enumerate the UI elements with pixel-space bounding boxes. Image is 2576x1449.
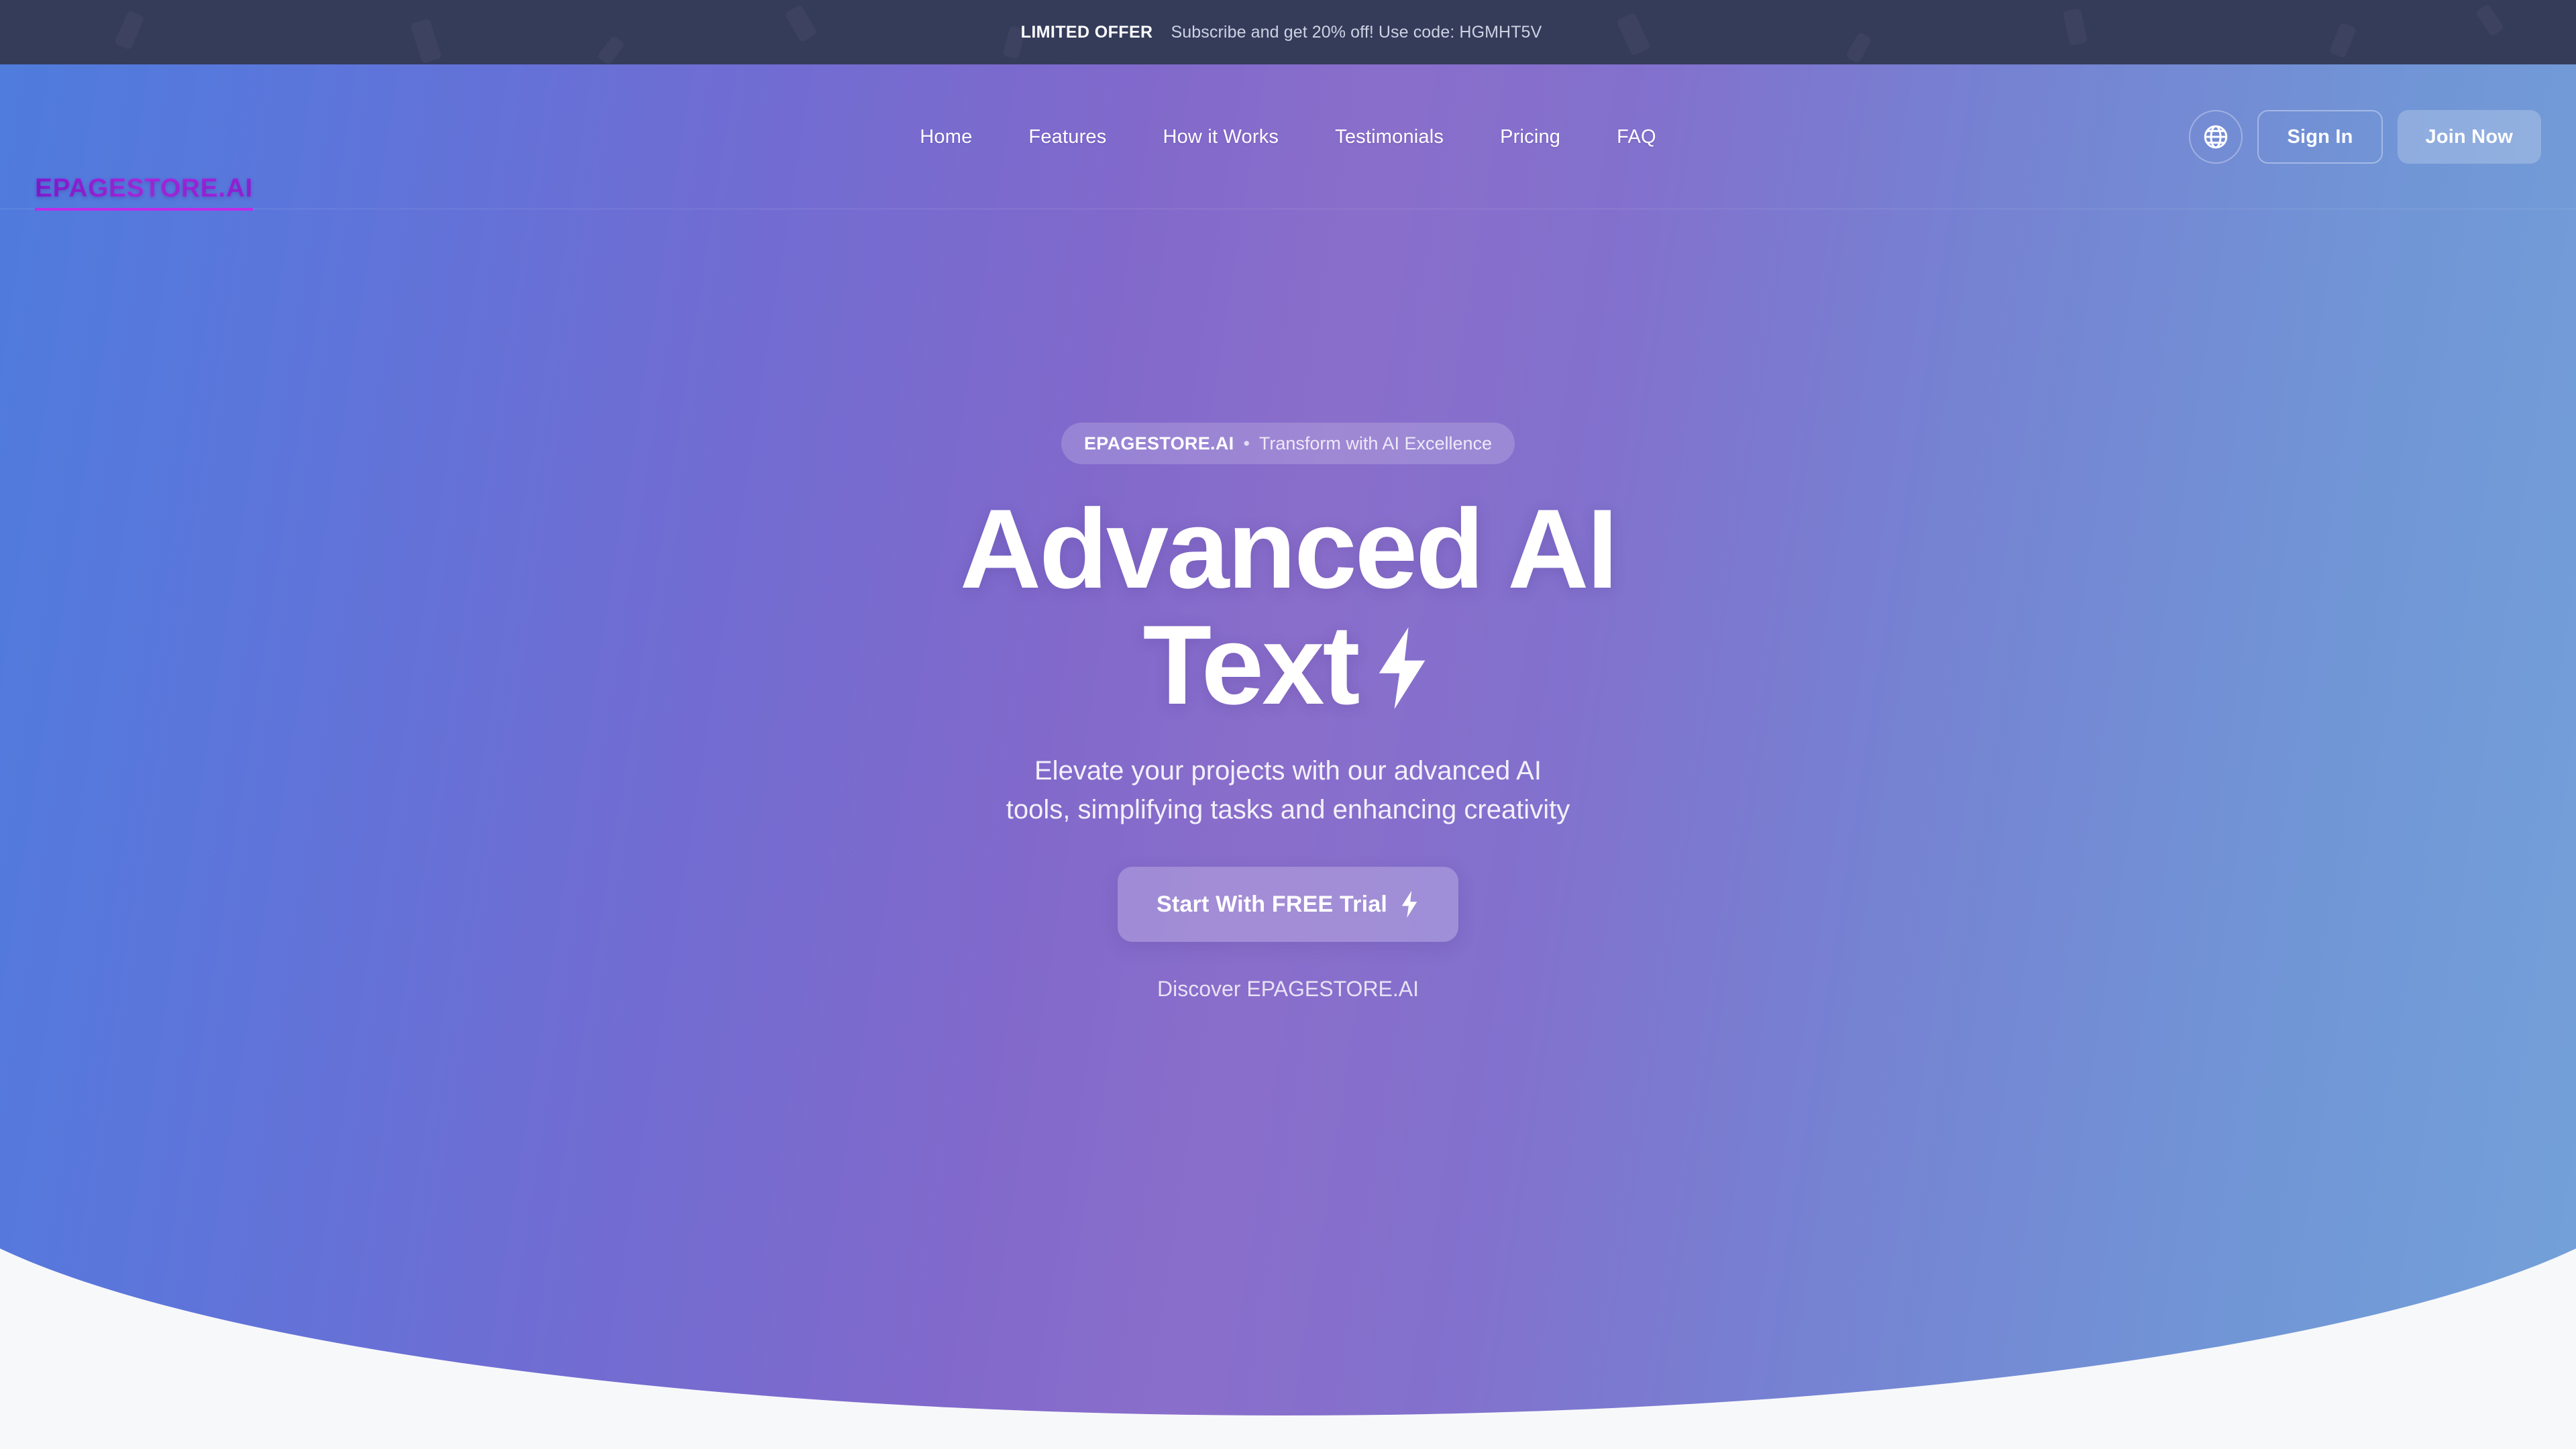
- start-free-trial-button[interactable]: Start With FREE Trial: [1118, 867, 1458, 943]
- nav-link-features[interactable]: Features: [1000, 117, 1134, 158]
- join-now-button[interactable]: Join Now: [2397, 110, 2541, 164]
- hero-title-line-1: Advanced AI: [959, 486, 1618, 612]
- landing-page: LIMITED OFFER Subscribe and get 20% off!…: [0, 0, 2576, 1449]
- nav-link-pricing[interactable]: Pricing: [1472, 117, 1589, 158]
- hero-subtitle: Elevate your projects with our advanced …: [1006, 756, 1570, 825]
- sign-in-button[interactable]: Sign In: [2257, 110, 2383, 164]
- hero-badge-text: Transform with AI Excellence: [1258, 433, 1493, 453]
- discover-link[interactable]: Discover EPAGESTORE.AI: [1157, 977, 1419, 1002]
- globe-icon: [2202, 123, 2230, 151]
- nav-link-faq[interactable]: FAQ: [1589, 117, 1684, 158]
- navbar-actions: Sign In Join Now: [2189, 64, 2541, 209]
- hero-title: Advanced AI Text: [960, 490, 1618, 723]
- navbar: EPAGESTORE.AI Home Features How it Works…: [0, 64, 2576, 211]
- nav-link-testimonials[interactable]: Testimonials: [1307, 117, 1472, 158]
- announcement-banner: LIMITED OFFER Subscribe and get 20% off!…: [0, 0, 2576, 64]
- nav-link-home[interactable]: Home: [892, 117, 1000, 158]
- lightning-bolt-icon: [1371, 627, 1433, 710]
- hero-badge-brand: EPAGESTORE.AI: [1083, 433, 1234, 453]
- hero-badge-separator: •: [1243, 433, 1250, 453]
- language-switcher-button[interactable]: [2189, 110, 2243, 164]
- cta-label: Start With FREE Trial: [1157, 891, 1387, 917]
- hero-badge: EPAGESTORE.AI • Transform with AI Excell…: [1061, 423, 1515, 464]
- banner-content: LIMITED OFFER Subscribe and get 20% off!…: [1021, 23, 1542, 42]
- lightning-bolt-icon: [1399, 891, 1419, 918]
- hero-section: EPAGESTORE.AI • Transform with AI Excell…: [0, 209, 2576, 1002]
- banner-message: Subscribe and get 20% off! Use code: HGM…: [1171, 22, 1542, 42]
- hero-title-line-2: Text: [1142, 602, 1360, 729]
- nav-link-how-it-works[interactable]: How it Works: [1134, 117, 1307, 158]
- banner-tag: LIMITED OFFER: [1020, 22, 1153, 42]
